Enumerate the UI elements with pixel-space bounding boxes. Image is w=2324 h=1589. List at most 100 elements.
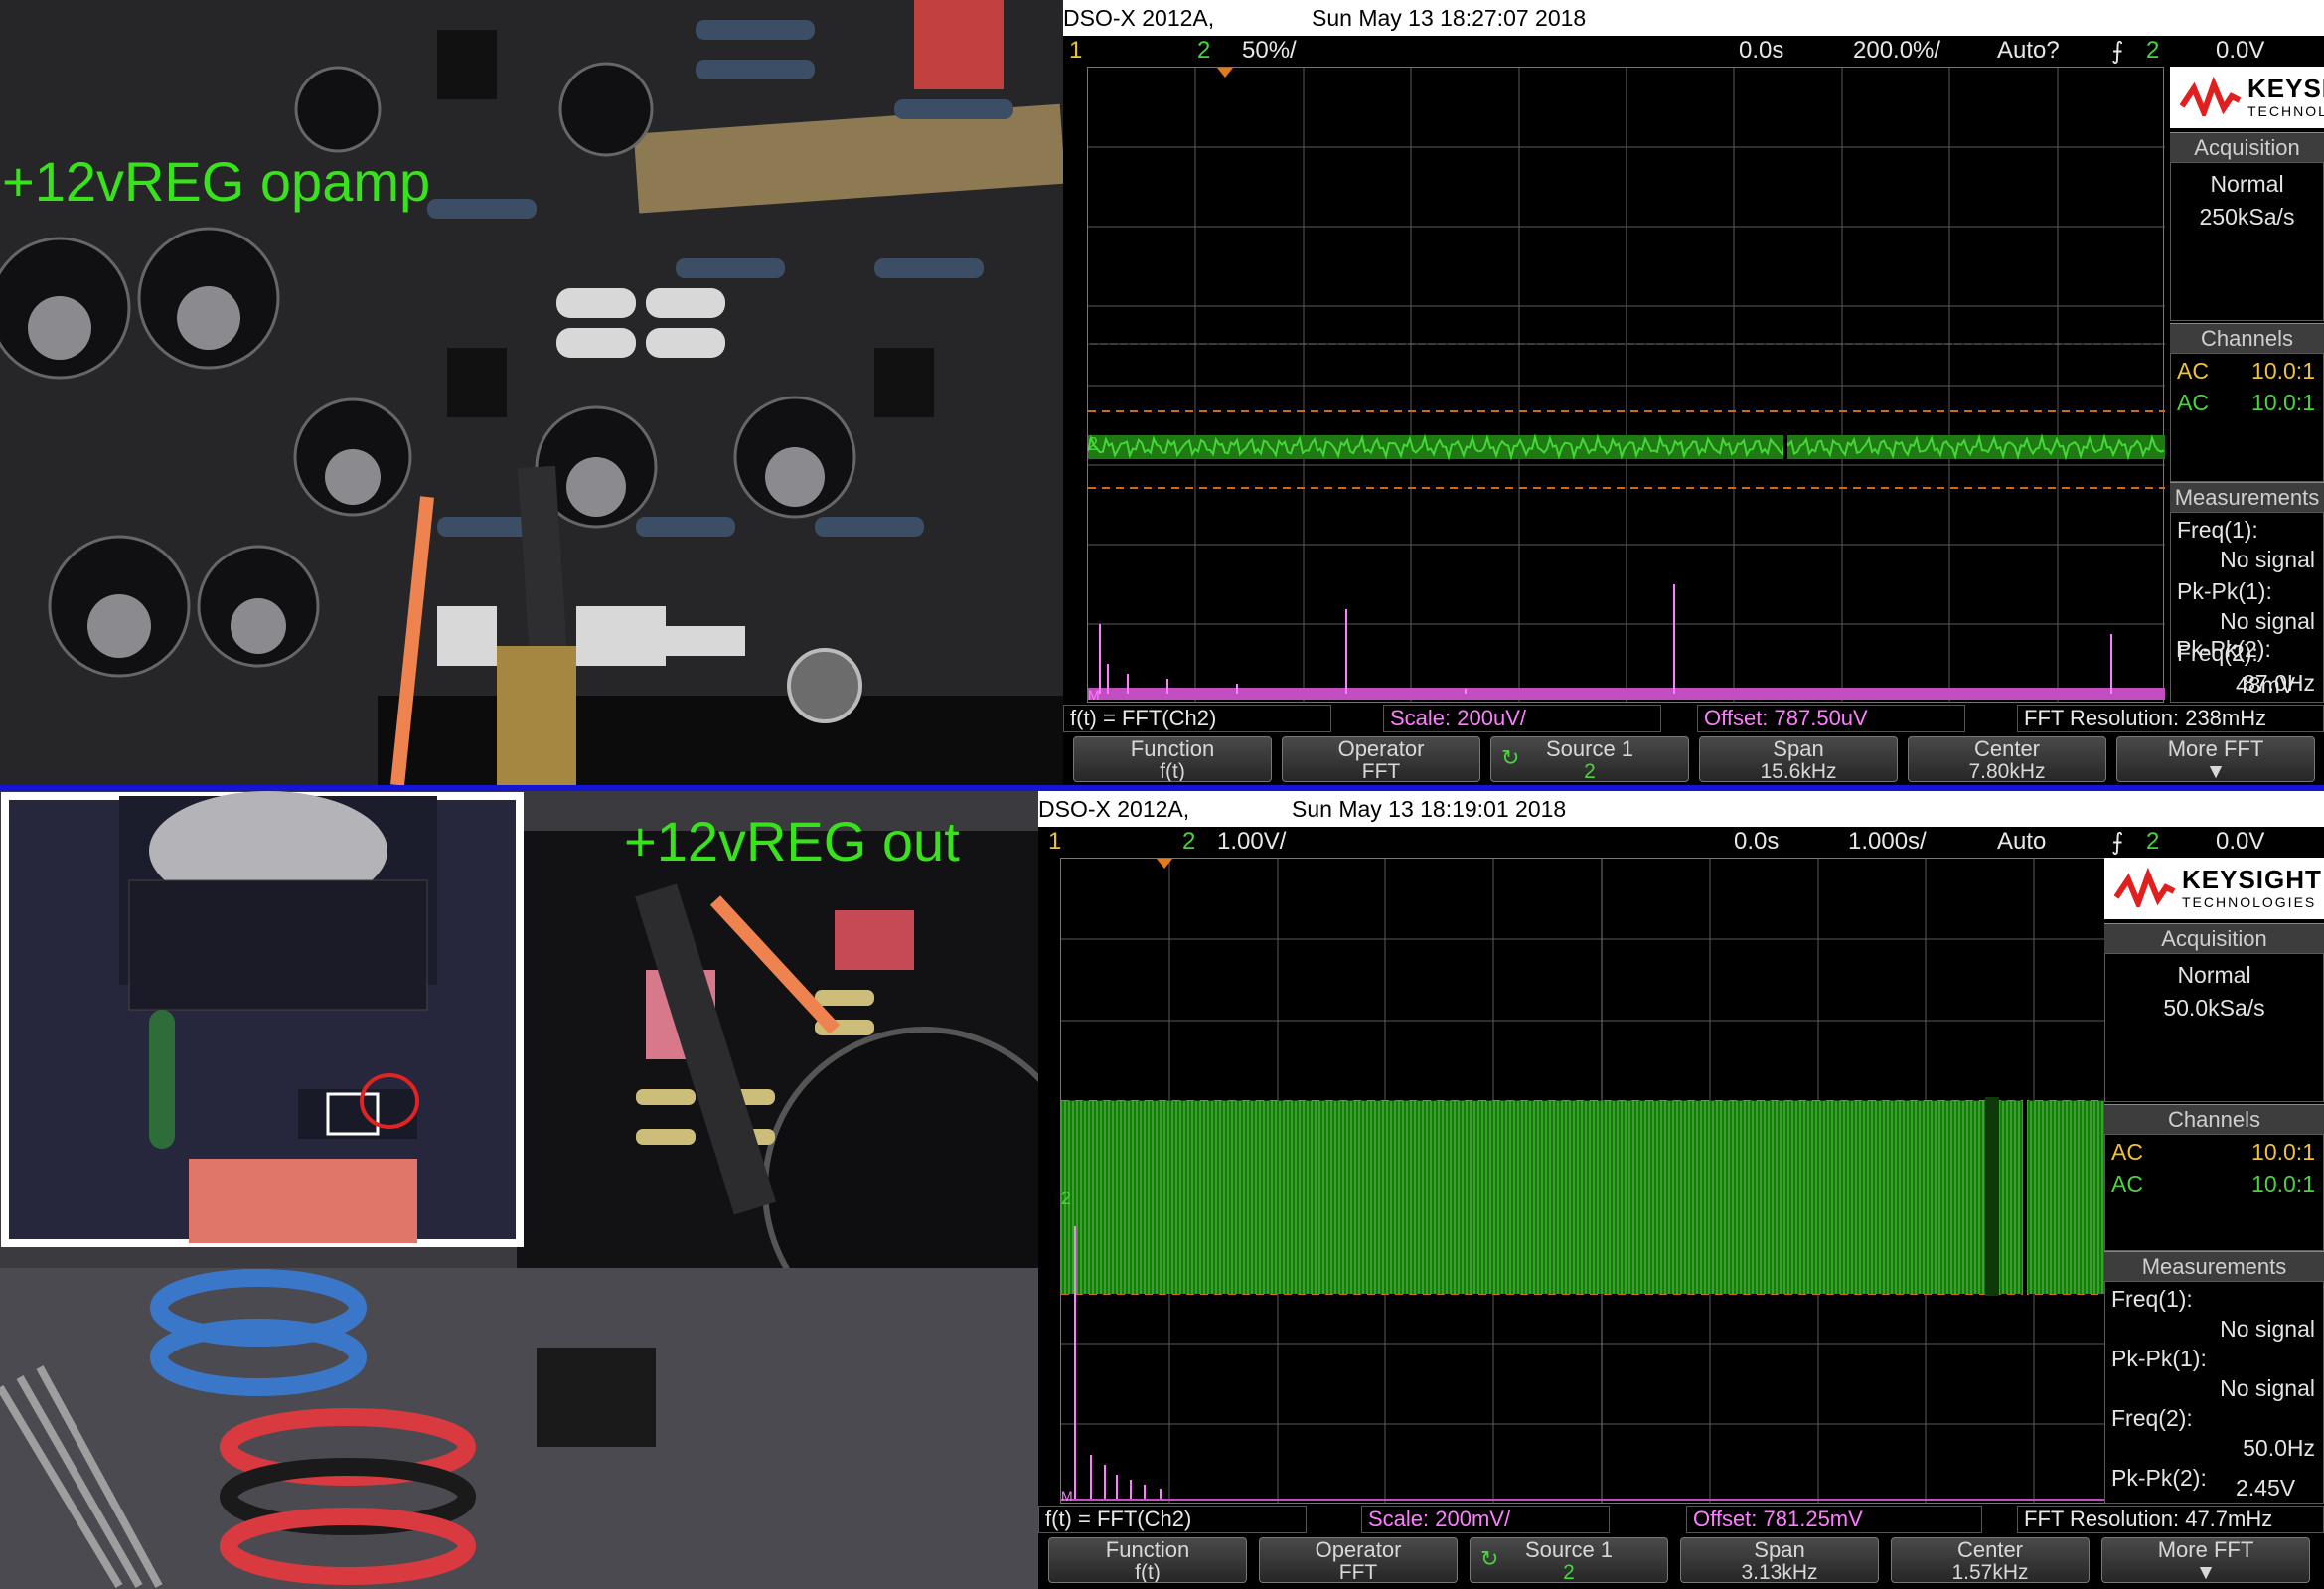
softkey-function-label: Function: [1105, 1537, 1190, 1562]
brand-subtitle: TECHNOLOGIES: [2182, 894, 2317, 910]
fft-offset[interactable]: Offset: 781.25mV: [1686, 1506, 1982, 1533]
softkey-span[interactable]: Span 3.13kHz: [1680, 1537, 1879, 1583]
trigger-mode[interactable]: Auto: [1997, 828, 2046, 856]
photo-bottom-label: +12vREG out: [624, 810, 960, 873]
softkey-more-fft[interactable]: More FFT ▼: [2101, 1537, 2310, 1583]
ch1-coupling: AC: [2177, 358, 2209, 384]
channels-header[interactable]: Channels: [2104, 1104, 2324, 1134]
photo-top-label: +12vREG opamp: [2, 150, 431, 213]
fft-function: f(t) = FFT(Ch2): [1063, 705, 1331, 732]
ch1-coupling: AC: [2111, 1139, 2143, 1165]
fft-offset[interactable]: Offset: 787.50uV: [1697, 705, 1965, 732]
softkey-center-value: 1.57kHz: [1951, 1561, 2029, 1583]
softkey-operator[interactable]: Operator FFT: [1282, 736, 1480, 782]
softkey-function-label: Function: [1130, 736, 1215, 761]
keysight-brand: KEYSIGHT TECHNOLOGIES: [2104, 858, 2324, 919]
softkey-source-label: Source 1: [1524, 1537, 1614, 1562]
softkey-center[interactable]: Center 1.57kHz: [1891, 1537, 2090, 1583]
channels-box: AC 10.0:1 AC 10.0:1: [2104, 1134, 2324, 1251]
brand-name: KEYSIGHT: [2247, 74, 2324, 103]
trace-gap: [1985, 1097, 1999, 1296]
softkey-source-label: Source 1: [1545, 736, 1634, 761]
softkey-center-label: Center: [1973, 736, 2041, 761]
rotate-knob-icon: ↻: [1501, 745, 1520, 770]
softkey-more-fft-label: More FFT: [2157, 1537, 2254, 1562]
fft-resolution: FFT Resolution: 47.7mHz: [2017, 1506, 2324, 1533]
channel-2-trace: [1088, 433, 2165, 461]
pcb-photo-top: +12vREG opamp: [0, 0, 1063, 785]
fft-resolution: FFT Resolution: 238mHz: [2017, 705, 2324, 732]
trigger-channel: 2: [2146, 37, 2160, 64]
meas-pkpk-2-value-top: 48mV: [2236, 672, 2296, 698]
right-info-panel: KEYSIGHT TECHNOLOGIES Acquisition Normal…: [2104, 858, 2324, 1504]
channel-2-scale[interactable]: 1.00V/: [1217, 828, 1286, 856]
math-ground-marker[interactable]: M: [1088, 687, 1100, 703]
ch2-probe: 10.0:1: [2251, 1171, 2315, 1196]
channel-2-scale[interactable]: 50%/: [1242, 37, 1297, 65]
channel-2-ground-marker[interactable]: 2: [1088, 434, 1098, 454]
acquisition-header[interactable]: Acquisition: [2170, 132, 2324, 162]
channel-2-indicator[interactable]: 2: [1182, 828, 1195, 856]
meas-freq-1-label: Freq(1):: [2111, 1286, 2193, 1312]
trigger-level[interactable]: 0.0V: [2216, 828, 2264, 856]
softkey-source[interactable]: ↻ Source 12: [1470, 1537, 1668, 1583]
scope-status-bar: 1 2 50%/ 0.0s 200.0%/ Auto? ⨍ 2 0.0V: [1063, 36, 2324, 67]
ch2-coupling: AC: [2111, 1171, 2143, 1196]
scope-datetime: Sun May 13 18:19:01 2018: [1292, 796, 1567, 822]
softkey-center[interactable]: Center 7.80kHz: [1908, 736, 2106, 782]
measurements-header[interactable]: Measurements: [2170, 482, 2324, 512]
waveform-grid-svg: 2 M: [1061, 859, 2142, 1505]
softkey-source[interactable]: ↻ Source 12: [1490, 736, 1689, 782]
softkey-center-value: 7.80kHz: [1968, 760, 2046, 782]
ch1-probe: 10.0:1: [2251, 358, 2315, 384]
ch1-probe: 10.0:1: [2251, 1139, 2315, 1165]
math-ground-marker[interactable]: M: [1061, 1488, 1073, 1504]
trace-gap: [1783, 433, 1787, 459]
fft-info-bar: f(t) = FFT(Ch2) Scale: 200mV/ Offset: 78…: [1038, 1504, 2324, 1533]
softkey-function-value: f(t): [1160, 760, 1185, 782]
keysight-brand: KEYSIGHT TECHNOLOGIES: [2170, 67, 2324, 128]
acquisition-mode: Normal: [2210, 171, 2284, 197]
channel-1-indicator[interactable]: 1: [1048, 828, 1061, 856]
time-position[interactable]: 0.0s: [1734, 828, 1779, 856]
fft-scale[interactable]: Scale: 200mV/: [1361, 1506, 1610, 1533]
softkey-operator-label: Operator: [1315, 1537, 1402, 1562]
trigger-position-marker[interactable]: [1217, 68, 1233, 78]
softkey-operator[interactable]: Operator FFT: [1259, 1537, 1458, 1583]
trigger-position-marker[interactable]: [1157, 859, 1172, 869]
timebase[interactable]: 200.0%/: [1853, 37, 1940, 65]
softkey-row: Function f(t) Operator FFT ↻ Source 12 Span…: [1038, 1533, 2324, 1589]
trigger-mode[interactable]: Auto?: [1997, 37, 2060, 65]
channel-1-indicator[interactable]: 1: [1069, 37, 1082, 65]
scope-model: DSO-X 2012A,: [1063, 5, 1215, 31]
channels-header[interactable]: Channels: [2170, 323, 2324, 353]
timebase[interactable]: 1.000s/: [1848, 828, 1927, 856]
trigger-edge-icon: ⨍: [2111, 38, 2124, 65]
acquisition-rate: 250kSa/s: [2199, 204, 2295, 230]
softkey-source-value: 2: [1584, 760, 1596, 782]
meas-pkpk-2-value-bottom: 2.45V: [2236, 1475, 2296, 1501]
channel-2-ground-marker[interactable]: 2: [1061, 1189, 1071, 1208]
softkey-function[interactable]: Function f(t): [1048, 1537, 1247, 1583]
fft-scale[interactable]: Scale: 200uV/: [1383, 705, 1661, 732]
softkey-row: Function f(t) Operator FFT ↻ Source 12 Span…: [1063, 732, 2324, 785]
softkey-more-fft[interactable]: More FFT ▼: [2116, 736, 2315, 782]
pcb-photo-bottom: +12vREG out: [0, 791, 1038, 1589]
meas-freq-1-value: No signal: [2220, 547, 2315, 572]
softkey-function[interactable]: Function f(t): [1073, 736, 1272, 782]
fft-function: f(t) = FFT(Ch2): [1038, 1506, 1307, 1533]
channel-2-indicator[interactable]: 2: [1197, 37, 1210, 65]
softkey-more-fft-label: More FFT: [2167, 736, 2264, 761]
trigger-channel: 2: [2146, 828, 2160, 855]
scope-title-bar: DSO-X 2012A, Sun May 13 18:27:07 2018: [1063, 0, 2324, 36]
softkey-span-value: 15.6kHz: [1760, 760, 1837, 782]
pcb-photo-top-image: [0, 0, 1063, 785]
softkey-span[interactable]: Span 15.6kHz: [1699, 736, 1898, 782]
acquisition-header[interactable]: Acquisition: [2104, 923, 2324, 953]
trigger-level[interactable]: 0.0V: [2216, 37, 2264, 65]
time-position[interactable]: 0.0s: [1739, 37, 1783, 65]
meas-freq-2-label: Freq(2):: [2111, 1405, 2193, 1431]
softkey-span-label: Span: [1754, 1537, 1805, 1562]
measurements-header[interactable]: Measurements: [2104, 1251, 2324, 1281]
softkey-source-value: 2: [1563, 1561, 1575, 1583]
